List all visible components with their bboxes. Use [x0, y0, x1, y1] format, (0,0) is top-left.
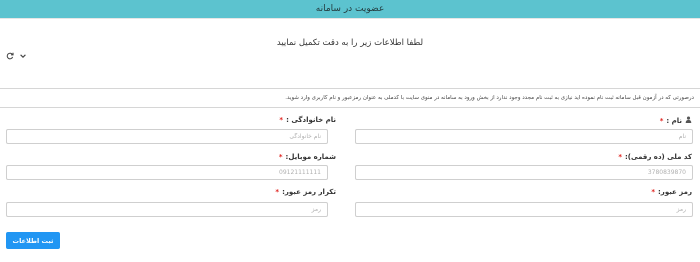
- password-label: رمز عبور: *: [651, 188, 692, 196]
- first-name-label: نام : *: [660, 116, 692, 125]
- national-code-input[interactable]: [355, 165, 693, 180]
- required-mark: *: [279, 116, 284, 124]
- instructions-text: لطفا اطلاعات زیر را به دقت تکمیل نمایید: [276, 38, 424, 48]
- password-repeat-input[interactable]: [6, 202, 328, 217]
- divider: [0, 107, 700, 108]
- mobile-label: شماره موبایل: *: [279, 153, 336, 161]
- first-name-label-text: نام :: [666, 116, 682, 125]
- required-mark: *: [651, 188, 655, 196]
- national-code-label: کد ملی (ده رقمی): *: [618, 153, 692, 161]
- panel-tools: [6, 52, 27, 60]
- last-name-input[interactable]: [6, 129, 328, 144]
- registration-notice: درصورتی که در آزمون قبل سامانه ثبت نام ن…: [285, 95, 694, 101]
- password-label-text: رمز عبور:: [657, 188, 692, 196]
- page-title: عضویت در سامانه: [315, 4, 385, 14]
- password-input[interactable]: [355, 202, 693, 217]
- page-header: عضویت در سامانه: [0, 0, 700, 18]
- required-mark: *: [618, 153, 622, 161]
- mobile-label-text: شماره موبایل:: [285, 153, 336, 161]
- submit-button[interactable]: ثبت اطلاعات: [6, 232, 60, 249]
- mobile-input[interactable]: [6, 165, 328, 180]
- password-repeat-label: تکرار رمز عبور: *: [275, 188, 336, 196]
- user-icon: [685, 116, 692, 125]
- required-mark: *: [659, 116, 664, 125]
- last-name-label: نام خانوادگی : *: [279, 116, 336, 124]
- required-mark: *: [275, 188, 280, 196]
- password-repeat-label-text: تکرار رمز عبور:: [282, 188, 336, 196]
- first-name-input[interactable]: [355, 129, 693, 144]
- required-mark: *: [278, 153, 283, 161]
- divider: [0, 18, 700, 19]
- refresh-icon[interactable]: [6, 52, 14, 60]
- national-code-label-text: کد ملی (ده رقمی):: [624, 153, 692, 161]
- last-name-label-text: نام خانوادگی :: [286, 116, 336, 124]
- chevron-down-icon[interactable]: [19, 52, 27, 60]
- divider: [0, 88, 700, 89]
